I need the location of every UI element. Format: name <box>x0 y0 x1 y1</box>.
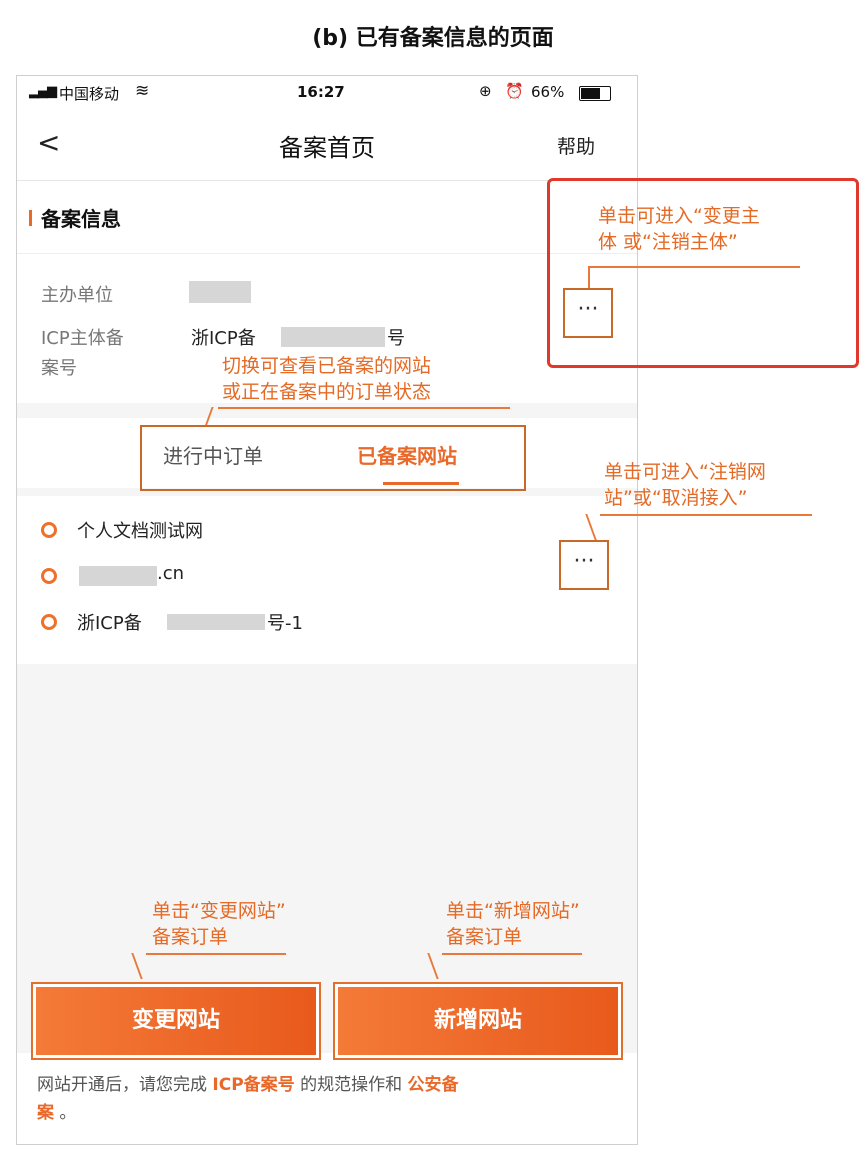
callout-line <box>218 407 510 409</box>
section-title: 备案信息 <box>41 207 121 231</box>
annotation-add-site: 单击“新增网站” 备案订单 <box>446 898 580 950</box>
footer-text-3: 。 <box>54 1103 77 1123</box>
page-title: 备案首页 <box>279 134 375 162</box>
alarm-icon: ⏰ <box>505 82 524 100</box>
icp-label-cont: 案号 <box>41 358 77 379</box>
status-bar: ▂▄▆ 中国移动 ≋ 16:27 ⊕ ⏰ 66% <box>17 76 637 110</box>
annotation-tabs: 切换可查看已备案的网站 或正在备案中的订单状态 <box>222 353 431 405</box>
footer-text-2: 的规范操作和 <box>294 1075 408 1095</box>
more-site-button[interactable]: ··· <box>559 540 609 590</box>
police-filing-link[interactable]: 公安备 <box>407 1075 458 1095</box>
footer-note: 网站开通后，请您完成 ICP备案号 的规范操作和 公安备案 。 <box>37 1071 617 1127</box>
police-filing-link-cont[interactable]: 案 <box>37 1103 54 1123</box>
sponsor-value-redacted <box>189 281 251 303</box>
signal-icon: ▂▄▆ <box>29 84 57 99</box>
callout-line <box>600 514 812 516</box>
list-item[interactable]: 个人文档测试网 <box>17 514 417 544</box>
site-domain-suffix: .cn <box>157 563 185 584</box>
battery-percent: 66% <box>531 83 565 101</box>
wifi-icon: ≋ <box>135 81 150 101</box>
figure-caption: (b) 已有备案信息的页面 <box>312 26 554 51</box>
list-item[interactable]: .cn <box>17 560 417 590</box>
phone-screen: ▂▄▆ 中国移动 ≋ 16:27 ⊕ ⏰ 66% < 备案首页 帮助 备案信息 … <box>16 75 638 1145</box>
domain-redacted <box>79 566 157 586</box>
annotation-text: 单击可进入“注销网 <box>604 461 766 483</box>
tabs-highlight-box <box>140 425 526 491</box>
annotation-text: 备案订单 <box>152 926 229 948</box>
annotation-text: 单击“新增网站” <box>446 900 580 922</box>
site-icp-suffix: 号-1 <box>267 613 303 634</box>
help-link[interactable]: 帮助 <box>557 132 595 159</box>
sponsor-label: 主办单位 <box>41 285 113 306</box>
website-list: 个人文档测试网 .cn 浙ICP备 号-1 <box>17 496 637 664</box>
site-name: 个人文档测试网 <box>77 521 203 542</box>
bullet-icon <box>41 568 57 584</box>
nav-bar: < 备案首页 帮助 <box>17 110 637 181</box>
site-icp-redacted <box>167 614 265 630</box>
footer-text: 网站开通后，请您完成 <box>37 1075 213 1095</box>
lock-rotation-icon: ⊕ <box>479 82 492 100</box>
icp-prefix: 浙ICP备 <box>191 328 256 349</box>
section-marker <box>29 210 32 226</box>
icp-number-link[interactable]: ICP备案号 <box>212 1075 294 1095</box>
list-item[interactable]: 浙ICP备 号-1 <box>17 606 417 636</box>
battery-icon <box>579 86 611 101</box>
more-entity-button[interactable]: ··· <box>563 288 613 338</box>
footer-area: 网站开通后，请您完成 ICP备案号 的规范操作和 公安备案 。 <box>17 1053 637 1144</box>
divider <box>17 253 637 254</box>
callout-line <box>442 953 582 955</box>
icp-label: ICP主体备 <box>41 328 124 349</box>
annotation-text: 备案订单 <box>446 926 523 948</box>
bullet-icon <box>41 522 57 538</box>
annotation-change-entity: 单击可进入“变更主 体 或“注销主体” <box>598 203 760 255</box>
bullet-icon <box>41 614 57 630</box>
change-website-button[interactable]: 变更网站 <box>33 984 319 1058</box>
carrier-name: 中国移动 <box>59 85 120 103</box>
callout-line <box>146 953 286 955</box>
annotation-text: 单击可进入“变更主 <box>598 205 760 227</box>
annotation-text: 站”或“取消接入” <box>604 487 748 509</box>
callout-line <box>590 266 800 268</box>
status-time: 16:27 <box>297 83 345 101</box>
annotation-change-site: 单击“变更网站” 备案订单 <box>152 898 286 950</box>
annotation-text: 体 或“注销主体” <box>598 231 738 253</box>
annotation-site-actions: 单击可进入“注销网 站”或“取消接入” <box>604 459 766 511</box>
icp-suffix: 号 <box>387 328 405 349</box>
annotation-text: 单击“变更网站” <box>152 900 286 922</box>
icp-number-redacted <box>281 327 385 347</box>
annotation-text: 或正在备案中的订单状态 <box>222 381 432 403</box>
annotation-text: 切换可查看已备案的网站 <box>222 355 432 377</box>
callout-line <box>588 266 590 288</box>
add-website-button[interactable]: 新增网站 <box>335 984 621 1058</box>
site-icp-prefix: 浙ICP备 <box>77 613 142 634</box>
